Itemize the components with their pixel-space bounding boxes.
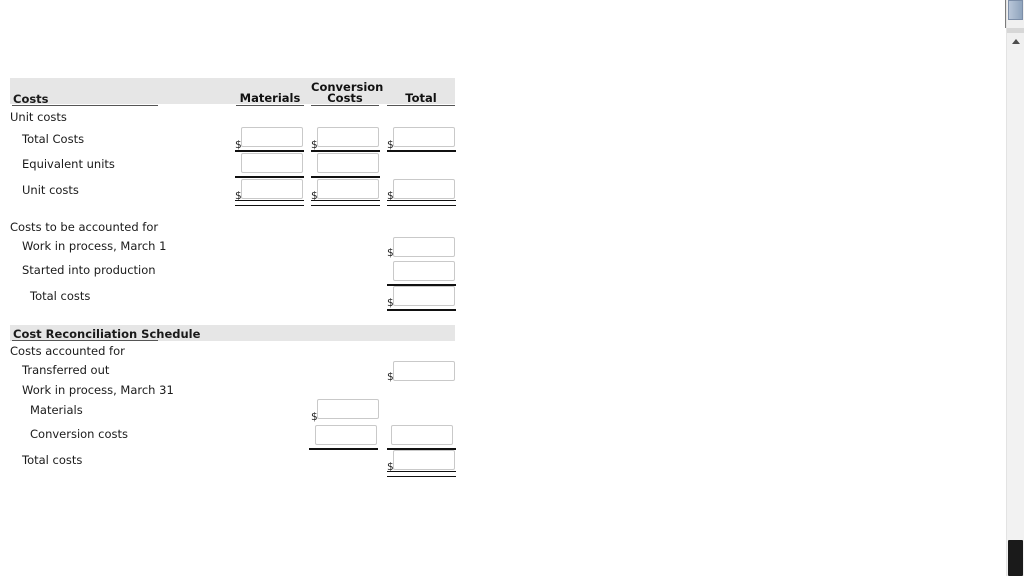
input-transferred-out[interactable] xyxy=(393,361,455,381)
input-total-costs-conversion[interactable] xyxy=(317,127,379,147)
row-label-unit-costs: Unit costs xyxy=(22,183,79,197)
rule-total-costs-conversion xyxy=(311,150,380,152)
rule-total-costs-materials xyxy=(235,150,304,152)
scrollbar-track[interactable] xyxy=(1007,33,1024,558)
input-equivalent-units-conversion[interactable] xyxy=(317,153,379,173)
input-unit-costs-conversion[interactable] xyxy=(317,179,379,199)
section-title-costs-to-be-accounted-for: Costs to be accounted for xyxy=(10,220,159,234)
column-header-costs: Costs xyxy=(13,92,49,106)
row-label-wip-march-31: Work in process, March 31 xyxy=(22,383,174,397)
row-label-total-costs-accounted: Total costs xyxy=(30,289,91,303)
input-unit-costs-materials[interactable] xyxy=(241,179,303,199)
row-label-equivalent-units: Equivalent units xyxy=(22,157,115,171)
column-header-total: Total xyxy=(405,91,437,105)
row-label-recon-conversion-costs: Conversion costs xyxy=(30,427,128,441)
row-label-wip-march-1: Work in process, March 1 xyxy=(22,239,167,253)
row-label-total-costs: Total Costs xyxy=(22,132,85,146)
process-costing-worksheet: Costs Materials Conversion Costs Total U… xyxy=(0,0,470,576)
input-recon-conversion-costs-total[interactable] xyxy=(391,425,453,445)
rule-recon-conversion-costs xyxy=(309,448,378,450)
input-wip-march-1[interactable] xyxy=(393,237,455,257)
input-equivalent-units-materials[interactable] xyxy=(241,153,303,173)
page-root: Costs Materials Conversion Costs Total U… xyxy=(0,0,1024,576)
page-scrollbar[interactable] xyxy=(1006,0,1024,576)
input-total-costs-accounted[interactable] xyxy=(393,286,455,306)
double-rule-recon-total-costs xyxy=(387,471,456,477)
row-label-recon-materials: Materials xyxy=(30,403,83,417)
column-header-conversion-line2: Costs xyxy=(327,91,363,105)
rule-total-costs-total xyxy=(387,150,456,152)
double-rule-unit-costs-conversion xyxy=(311,200,380,206)
double-rule-unit-costs-materials xyxy=(235,200,304,206)
rule-equivalent-units-materials xyxy=(235,176,304,178)
costs-header-underline xyxy=(12,105,158,106)
section-subtitle-costs-accounted-for: Costs accounted for xyxy=(10,344,125,358)
row-label-transferred-out: Transferred out xyxy=(22,363,110,377)
column-header-materials: Materials xyxy=(239,91,301,105)
input-recon-conversion-costs[interactable] xyxy=(315,425,377,445)
scrollbar-bottom-thumb[interactable] xyxy=(1008,540,1023,576)
rule-equivalent-units-conversion xyxy=(311,176,380,178)
input-recon-materials[interactable] xyxy=(317,399,379,419)
input-unit-costs-total[interactable] xyxy=(393,179,455,199)
materials-header-underline xyxy=(236,105,304,106)
input-total-costs-materials[interactable] xyxy=(241,127,303,147)
input-total-costs-total[interactable] xyxy=(393,127,455,147)
row-label-started-into-production: Started into production xyxy=(22,263,156,277)
scrollbar-thumb[interactable] xyxy=(1008,0,1023,20)
input-recon-total-costs[interactable] xyxy=(393,450,455,470)
scroll-up-arrow-icon[interactable] xyxy=(1007,33,1024,50)
input-started-into-production[interactable] xyxy=(393,261,455,281)
rule-total-costs-accounted xyxy=(387,309,456,311)
double-rule-unit-costs-total xyxy=(387,200,456,206)
section-title-unit-costs: Unit costs xyxy=(10,110,67,124)
section-title-cost-reconciliation-schedule: Cost Reconciliation Schedule xyxy=(13,327,201,341)
conversion-header-underline xyxy=(311,105,379,106)
row-label-recon-total-costs: Total costs xyxy=(22,453,83,467)
reconciliation-header-underline xyxy=(12,340,158,341)
total-header-underline xyxy=(387,105,455,106)
